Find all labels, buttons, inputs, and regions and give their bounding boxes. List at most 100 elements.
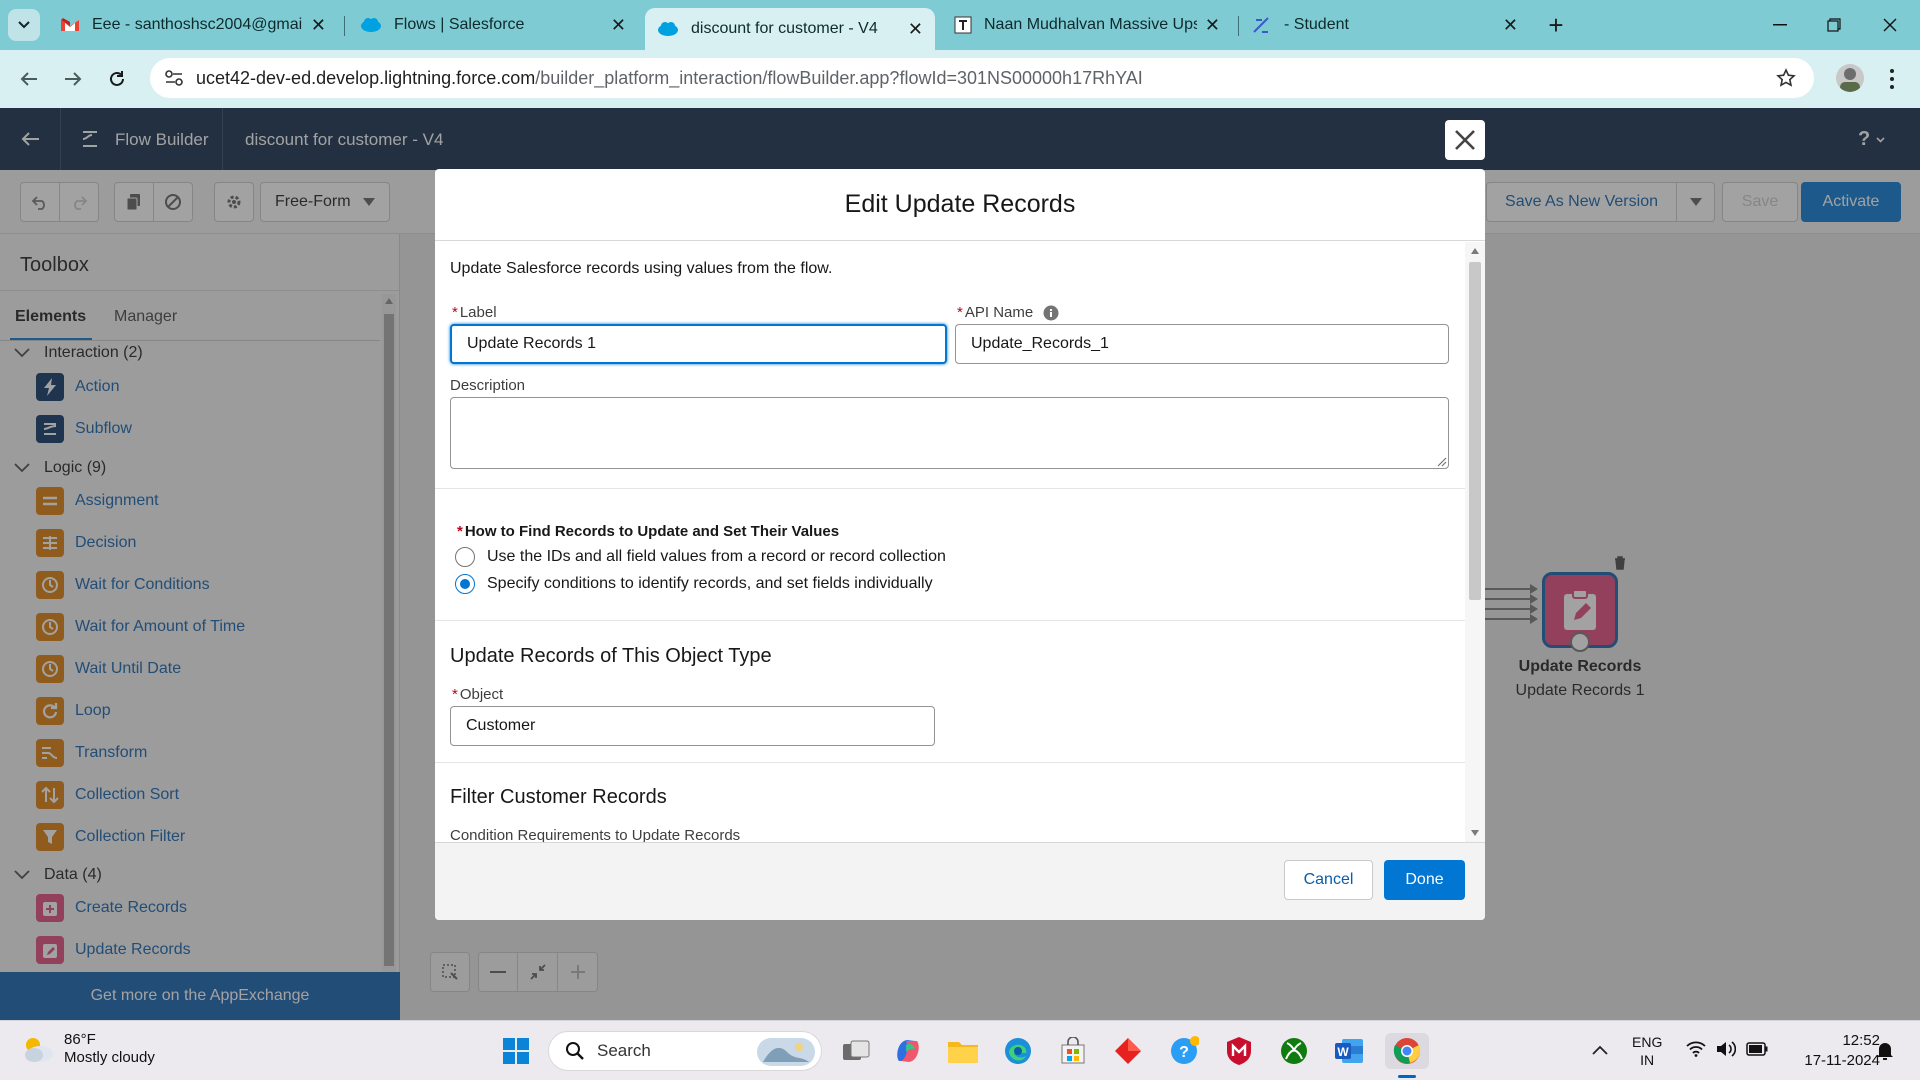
kebab-dot [1890, 77, 1894, 81]
modal-close-button[interactable] [1445, 120, 1485, 160]
edge-button[interactable] [1000, 1033, 1036, 1069]
api-name-field-label: * API Name [957, 304, 1059, 321]
close-window-button[interactable] [1870, 10, 1910, 40]
chevron-down-icon [18, 21, 30, 29]
api-name-input[interactable]: Update_Records_1 [955, 324, 1449, 364]
svg-text:W: W [1337, 1045, 1349, 1059]
arrow-left-icon [20, 72, 37, 86]
edge-icon [1005, 1038, 1031, 1064]
filter-section-title: Filter Customer Records [450, 786, 667, 808]
copilot-button[interactable] [890, 1033, 926, 1069]
browser-tab-gmail[interactable]: Eee - santhoshsc2004@gmail.co ✕ [48, 8, 338, 42]
condition-requirements-label: Condition Requirements to Update Records [450, 827, 741, 842]
find-records-heading: * How to Find Records to Update and Set T… [457, 523, 840, 540]
browser-tab-flows[interactable]: Flows | Salesforce ✕ [348, 8, 638, 42]
done-button[interactable]: Done [1384, 860, 1465, 900]
restore-window-button[interactable] [1814, 10, 1854, 40]
section-divider [435, 762, 1465, 763]
chevron-up-icon[interactable] [1592, 1045, 1608, 1055]
chrome-button[interactable] [1385, 1033, 1429, 1069]
scrollbar-thumb[interactable] [1469, 262, 1481, 600]
battery-icon[interactable] [1746, 1042, 1768, 1056]
arrow-right-icon [65, 72, 82, 86]
taskbar-search[interactable]: Search [548, 1031, 822, 1071]
folder-icon [948, 1042, 978, 1063]
browser-tab-strip: Eee - santhoshsc2004@gmail.co ✕ Flows | … [0, 0, 1920, 50]
weather-widget[interactable]: 86°F Mostly cloudy [20, 1031, 155, 1067]
clock-time: 12:52 [1842, 1032, 1880, 1049]
modal-scrollbar[interactable] [1465, 242, 1485, 842]
tab-search-button[interactable] [8, 9, 40, 41]
object-lookup-input[interactable]: Customer [450, 706, 935, 746]
file-explorer-button[interactable] [945, 1033, 981, 1069]
radio-button-selected[interactable] [455, 574, 475, 594]
close-icon[interactable]: ✕ [1503, 15, 1518, 36]
tab-title: - Student [1284, 16, 1349, 33]
profile-avatar[interactable] [1836, 64, 1864, 92]
restore-icon [1827, 18, 1841, 32]
browser-tab-active[interactable]: discount for customer - V4 ✕ [645, 8, 935, 50]
microsoft-store-button[interactable] [1055, 1033, 1091, 1069]
label-input[interactable]: Update Records 1 [450, 324, 947, 364]
description-textarea[interactable] [450, 397, 1449, 469]
task-view-button[interactable] [838, 1033, 874, 1069]
word-button[interactable]: W [1331, 1033, 1367, 1069]
cloudy-weather-icon [25, 1038, 53, 1062]
browser-tab-naan-mudhalvan[interactable]: Naan Mudhalvan Massive Upsk ✕ [942, 8, 1232, 42]
naan-mudhalvan-icon [954, 16, 972, 34]
store-icon [1061, 1037, 1085, 1064]
gmail-icon [61, 18, 79, 31]
cancel-button[interactable]: Cancel [1284, 860, 1373, 900]
label-field-label: * Label [452, 304, 497, 321]
modal-intro: Update Salesforce records using values f… [450, 260, 833, 277]
red-app-button[interactable] [1110, 1033, 1146, 1069]
salesforce-icon [361, 18, 381, 32]
radio-specify-conditions[interactable]: Specify conditions to identify records, … [455, 574, 933, 594]
modal-title: Edit Update Records [844, 190, 1076, 218]
weather-text: 86°F Mostly cloudy [64, 1031, 155, 1067]
search-highlight-image [757, 1038, 815, 1066]
modal-body: Update Salesforce records using values f… [435, 242, 1485, 842]
close-icon[interactable]: ✕ [1205, 15, 1220, 36]
info-icon[interactable] [1043, 305, 1059, 321]
forward-button[interactable] [56, 62, 90, 96]
chrome-icon [1393, 1038, 1421, 1064]
minimize-icon [1773, 24, 1787, 26]
browser-menu-button[interactable] [1880, 64, 1904, 94]
mcafee-icon [1227, 1037, 1251, 1065]
new-tab-button[interactable]: + [1540, 10, 1572, 40]
windows-taskbar: 86°F Mostly cloudy Search ? W ENG IN 12:… [0, 1020, 1920, 1080]
reload-button[interactable] [100, 62, 134, 96]
notification-bell-icon[interactable] [1876, 1041, 1894, 1061]
help-icon: ? [1171, 1036, 1199, 1064]
scroll-up-arrow[interactable] [1471, 248, 1479, 254]
radio-use-ids[interactable]: Use the IDs and all field values from a … [455, 547, 946, 567]
resize-handle-icon[interactable] [1437, 457, 1447, 467]
close-icon [1455, 130, 1475, 150]
search-icon [566, 1042, 584, 1060]
windows-logo-icon [503, 1038, 529, 1064]
radio-button[interactable] [455, 547, 475, 567]
bookmark-star-icon[interactable] [1776, 68, 1796, 88]
minimize-window-button[interactable] [1760, 10, 1800, 40]
wifi-icon[interactable] [1686, 1041, 1706, 1057]
site-info-icon[interactable] [164, 69, 184, 87]
clock[interactable]: 12:52 17-11-2024 [1780, 1031, 1880, 1071]
mcafee-button[interactable] [1221, 1033, 1257, 1069]
close-icon[interactable]: ✕ [908, 19, 923, 40]
back-button[interactable] [12, 62, 46, 96]
start-button[interactable] [498, 1033, 534, 1069]
xbox-button[interactable] [1276, 1033, 1312, 1069]
scroll-down-arrow[interactable] [1471, 830, 1479, 836]
close-icon[interactable]: ✕ [311, 15, 326, 36]
browser-tab-student[interactable]: - Student ✕ [1240, 8, 1530, 42]
avatar-icon [1840, 68, 1860, 92]
volume-icon[interactable] [1716, 1041, 1736, 1057]
close-icon[interactable]: ✕ [611, 15, 626, 36]
language-indicator[interactable]: ENG IN [1632, 1033, 1662, 1069]
address-bar[interactable]: ucet42-dev-ed.develop.lightning.force.co… [150, 58, 1814, 98]
kebab-dot [1890, 69, 1894, 73]
section-divider [435, 620, 1465, 621]
get-help-button[interactable]: ? [1166, 1033, 1202, 1069]
modal-header: Edit Update Records [435, 169, 1485, 241]
